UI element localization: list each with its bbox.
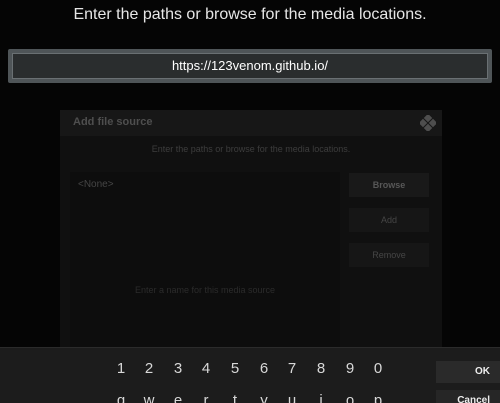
key-y[interactable]: y	[250, 392, 278, 403]
key-i[interactable]: i	[307, 392, 335, 403]
browse-button[interactable]: Browse	[349, 173, 429, 197]
source-path-list: <None>	[70, 172, 340, 352]
dialog-title: Add file source	[73, 116, 153, 128]
keyboard-heading: Enter the paths or browse for the media …	[73, 6, 427, 23]
key-o[interactable]: o	[336, 392, 364, 403]
source-name-hint: Enter a name for this media source	[134, 285, 276, 295]
key-9[interactable]: 9	[336, 360, 364, 377]
key-2[interactable]: 2	[135, 360, 163, 377]
source-path-item[interactable]: <None>	[78, 179, 114, 190]
add-source-dialog: Add file source Enter the paths or brows…	[60, 110, 442, 360]
key-p[interactable]: p	[364, 392, 392, 403]
dialog-header: Add file source	[60, 110, 442, 136]
key-3[interactable]: 3	[164, 360, 192, 377]
key-7[interactable]: 7	[278, 360, 306, 377]
on-screen-keyboard: 1 2 3 4 5 6 7 8 9 0 q w e r t y u i o p …	[0, 347, 500, 403]
ok-button[interactable]: OK	[436, 361, 500, 383]
remove-button[interactable]: Remove	[349, 243, 429, 267]
key-e[interactable]: e	[164, 392, 192, 403]
key-t[interactable]: t	[221, 392, 249, 403]
key-1[interactable]: 1	[107, 360, 135, 377]
path-input-frame: https://123venom.github.io/	[8, 49, 492, 83]
key-6[interactable]: 6	[250, 360, 278, 377]
key-r[interactable]: r	[192, 392, 220, 403]
dialog-subtitle: Enter the paths or browse for the media …	[151, 144, 351, 154]
key-w[interactable]: w	[135, 392, 163, 403]
path-input[interactable]: https://123venom.github.io/	[12, 53, 488, 79]
key-5[interactable]: 5	[221, 360, 249, 377]
add-button[interactable]: Add	[349, 208, 429, 232]
kodi-logo-icon	[420, 115, 436, 131]
key-8[interactable]: 8	[307, 360, 335, 377]
key-u[interactable]: u	[278, 392, 306, 403]
key-q[interactable]: q	[107, 392, 135, 403]
screen: Add file source Enter the paths or brows…	[0, 0, 500, 403]
key-4[interactable]: 4	[192, 360, 220, 377]
key-0[interactable]: 0	[364, 360, 392, 377]
cancel-button[interactable]: Cancel	[436, 390, 500, 403]
